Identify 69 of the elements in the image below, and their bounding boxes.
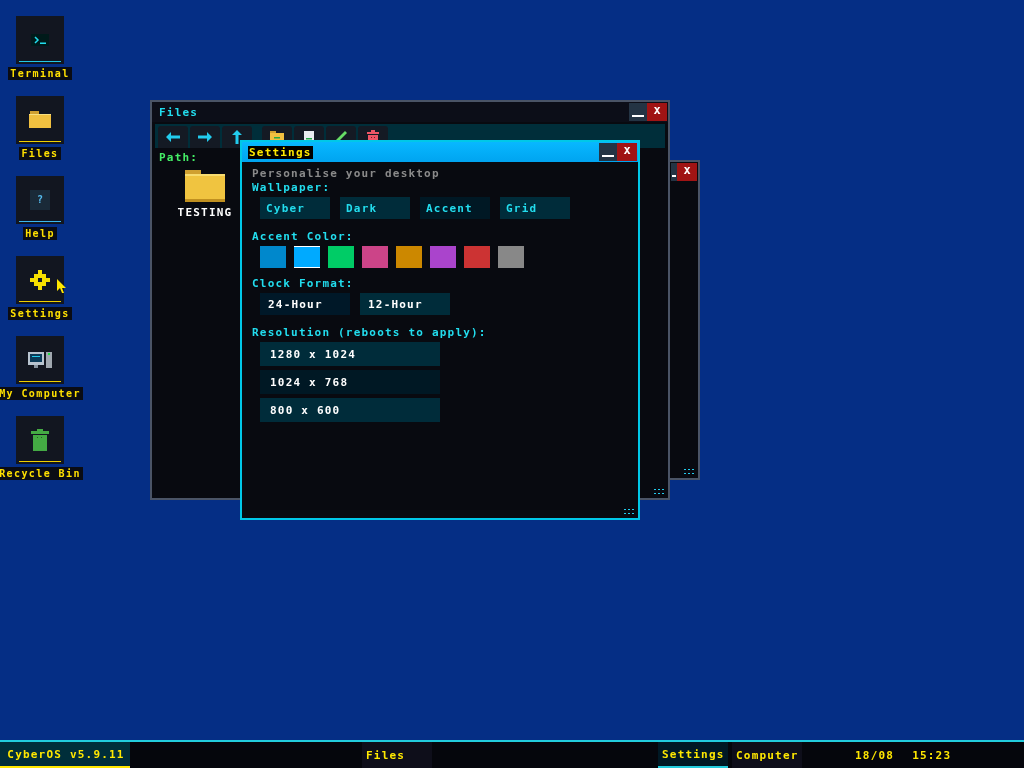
section-label: Clock Format: bbox=[252, 277, 355, 290]
toolbar-button[interactable] bbox=[190, 126, 220, 148]
terminal-icon bbox=[31, 34, 49, 46]
icon-label[interactable]: Recycle Bin bbox=[0, 467, 83, 480]
desktop-icon[interactable] bbox=[16, 416, 64, 464]
wallpaper-option[interactable]: Dark bbox=[340, 197, 410, 219]
resolution-option[interactable]: 1024 x 768 bbox=[260, 370, 440, 394]
icon-label[interactable]: Settings bbox=[8, 307, 72, 320]
close-button[interactable]: x bbox=[647, 103, 667, 121]
section-label: Wallpaper: bbox=[252, 181, 332, 194]
desktop-icon[interactable] bbox=[16, 96, 64, 144]
minimize-button[interactable] bbox=[599, 143, 617, 161]
cursor-icon bbox=[57, 279, 67, 293]
taskbar-item[interactable]: Files bbox=[362, 742, 432, 768]
desktop-icon[interactable]: ? bbox=[16, 176, 64, 224]
trash-icon bbox=[31, 429, 49, 451]
minimize-icon bbox=[632, 115, 644, 117]
taskbar-item[interactable]: Settings bbox=[658, 742, 728, 768]
desktop-icon[interactable] bbox=[16, 256, 64, 304]
up-arrow-icon bbox=[232, 130, 242, 144]
section-label: Accent Color: bbox=[252, 230, 355, 243]
wallpaper-option[interactable]: Cyber bbox=[260, 197, 330, 219]
color-swatch[interactable] bbox=[362, 246, 388, 268]
path-label: Path: bbox=[159, 151, 199, 164]
icon-label[interactable]: Files bbox=[19, 147, 61, 160]
resize-grip-icon bbox=[654, 489, 664, 495]
help-icon: ? bbox=[30, 190, 50, 210]
icon-label[interactable]: My Computer bbox=[0, 387, 83, 400]
date-text: 18/08 bbox=[855, 748, 895, 762]
desktop-icon[interactable] bbox=[16, 16, 64, 64]
color-swatch[interactable] bbox=[464, 246, 490, 268]
minimize-button[interactable] bbox=[629, 103, 647, 121]
close-button[interactable]: x bbox=[617, 143, 637, 161]
window-title: Settings bbox=[248, 145, 313, 159]
color-swatch[interactable] bbox=[498, 246, 524, 268]
right-arrow-icon bbox=[198, 132, 212, 142]
minimize-icon bbox=[672, 175, 676, 177]
toolbar-button[interactable] bbox=[158, 126, 188, 148]
color-swatch[interactable] bbox=[328, 246, 354, 268]
clock-option[interactable]: 24-Hour bbox=[260, 293, 350, 315]
folder-icon bbox=[29, 111, 51, 129]
folder-icon bbox=[185, 170, 225, 202]
start-button[interactable]: CyberOS v5.9.11 bbox=[0, 742, 130, 768]
minimize-icon bbox=[602, 155, 614, 157]
gear-icon bbox=[30, 270, 50, 290]
resolution-option[interactable]: 1280 x 1024 bbox=[260, 342, 440, 366]
color-swatch[interactable] bbox=[260, 246, 286, 268]
color-swatch[interactable] bbox=[294, 246, 320, 268]
wallpaper-option[interactable]: Grid bbox=[500, 197, 570, 219]
resize-grip-icon bbox=[684, 469, 694, 475]
resize-grip-icon bbox=[624, 509, 634, 515]
color-swatch[interactable] bbox=[430, 246, 456, 268]
clock-option[interactable]: 12-Hour bbox=[360, 293, 450, 315]
color-swatch[interactable] bbox=[396, 246, 422, 268]
computer-icon bbox=[28, 352, 52, 368]
file-item-label[interactable]: TESTING bbox=[177, 206, 233, 219]
subtitle: Personalise your desktop bbox=[252, 167, 441, 180]
desktop-icon[interactable] bbox=[16, 336, 64, 384]
wallpaper-option[interactable]: Accent bbox=[420, 197, 490, 219]
section-label: Resolution (reboots to apply): bbox=[252, 326, 488, 339]
clock-text: 15:23 bbox=[912, 748, 952, 762]
window-title: Files bbox=[158, 105, 200, 119]
minimize-button[interactable] bbox=[671, 163, 677, 181]
icon-label[interactable]: Terminal bbox=[8, 67, 72, 80]
icon-label[interactable]: Help bbox=[23, 227, 57, 240]
left-arrow-icon bbox=[166, 132, 180, 142]
taskbar-item[interactable]: Computer bbox=[732, 742, 802, 768]
close-button[interactable]: x bbox=[677, 163, 697, 181]
resolution-option[interactable]: 800 x 600 bbox=[260, 398, 440, 422]
